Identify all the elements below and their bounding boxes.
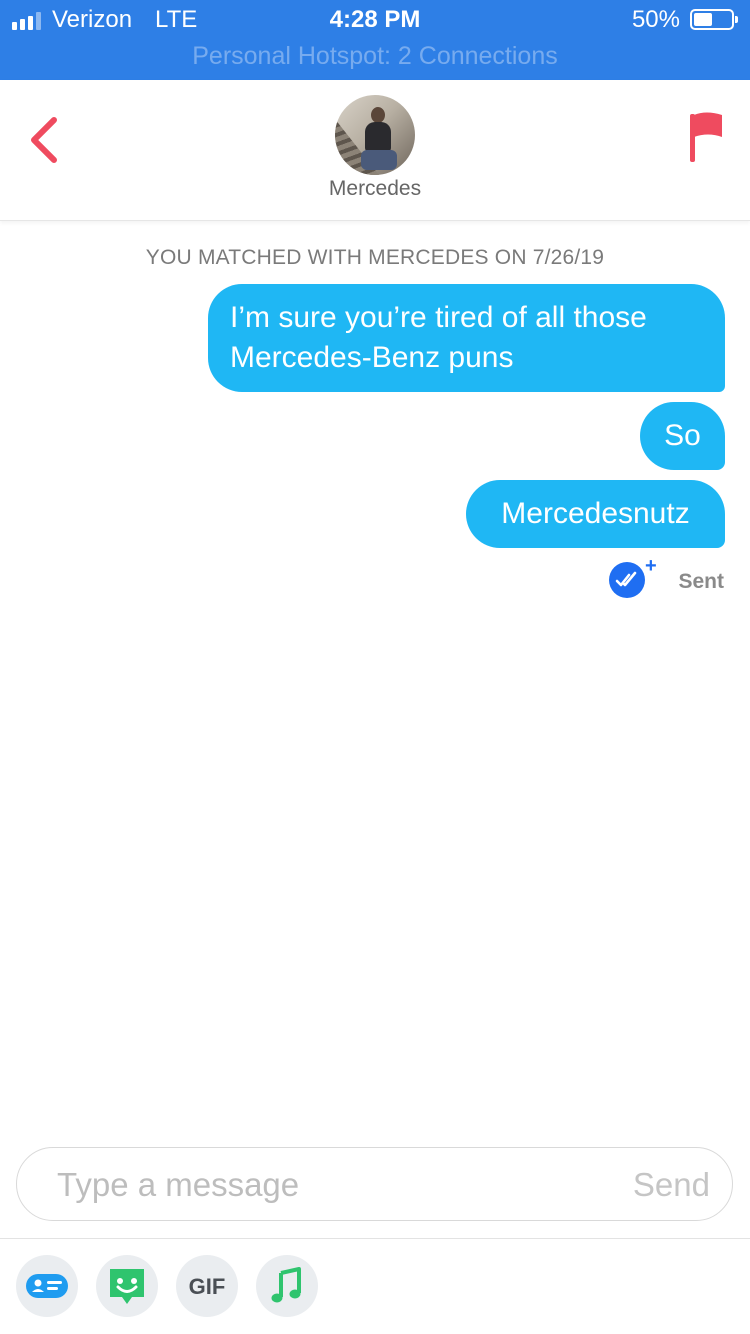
- message-bubble[interactable]: So: [640, 402, 725, 470]
- double-check-icon: [615, 571, 637, 587]
- message-input[interactable]: [55, 1162, 599, 1208]
- read-receipt-icon[interactable]: [609, 562, 645, 598]
- hotspot-banner[interactable]: Personal Hotspot: 2 Connections: [0, 42, 750, 71]
- avatar-person-head: [371, 107, 385, 123]
- match-name[interactable]: Mercedes: [0, 177, 750, 201]
- plus-icon[interactable]: +: [645, 556, 657, 576]
- avatar-person-legs: [361, 150, 397, 170]
- battery-fill: [694, 13, 712, 26]
- contact-card-button[interactable]: [16, 1255, 78, 1317]
- battery-icon: [690, 9, 738, 30]
- send-button[interactable]: Send: [633, 1166, 710, 1204]
- message-bubble[interactable]: I’m sure you’re tired of all those Merce…: [208, 284, 725, 392]
- match-notice: YOU MATCHED WITH MERCEDES ON 7/26/19: [145, 246, 605, 269]
- message-bubble[interactable]: Mercedesnutz: [466, 480, 725, 548]
- gif-button[interactable]: GIF: [176, 1255, 238, 1317]
- gif-label: GIF: [188, 1274, 226, 1299]
- contact-card-icon: [26, 1274, 68, 1298]
- report-button[interactable]: [686, 110, 726, 166]
- sticker-face-icon: [110, 1269, 144, 1304]
- toolbar-divider: [0, 1238, 750, 1239]
- sticker-button[interactable]: [96, 1255, 158, 1317]
- chat-header: Mercedes: [0, 80, 750, 221]
- chevron-left-icon: [31, 117, 57, 163]
- avatar-person-body: [365, 122, 391, 152]
- match-avatar[interactable]: [335, 95, 415, 175]
- message-status: Sent: [678, 570, 724, 593]
- battery-percent: 50%: [631, 6, 680, 33]
- message-composer: Send: [16, 1147, 733, 1221]
- back-button[interactable]: [22, 110, 72, 170]
- status-bar: Verizon LTE 4:28 PM 50% Personal Hotspot…: [0, 0, 750, 80]
- flag-icon: [690, 112, 722, 162]
- music-button[interactable]: [256, 1255, 318, 1317]
- music-note-icon: [271, 1267, 301, 1303]
